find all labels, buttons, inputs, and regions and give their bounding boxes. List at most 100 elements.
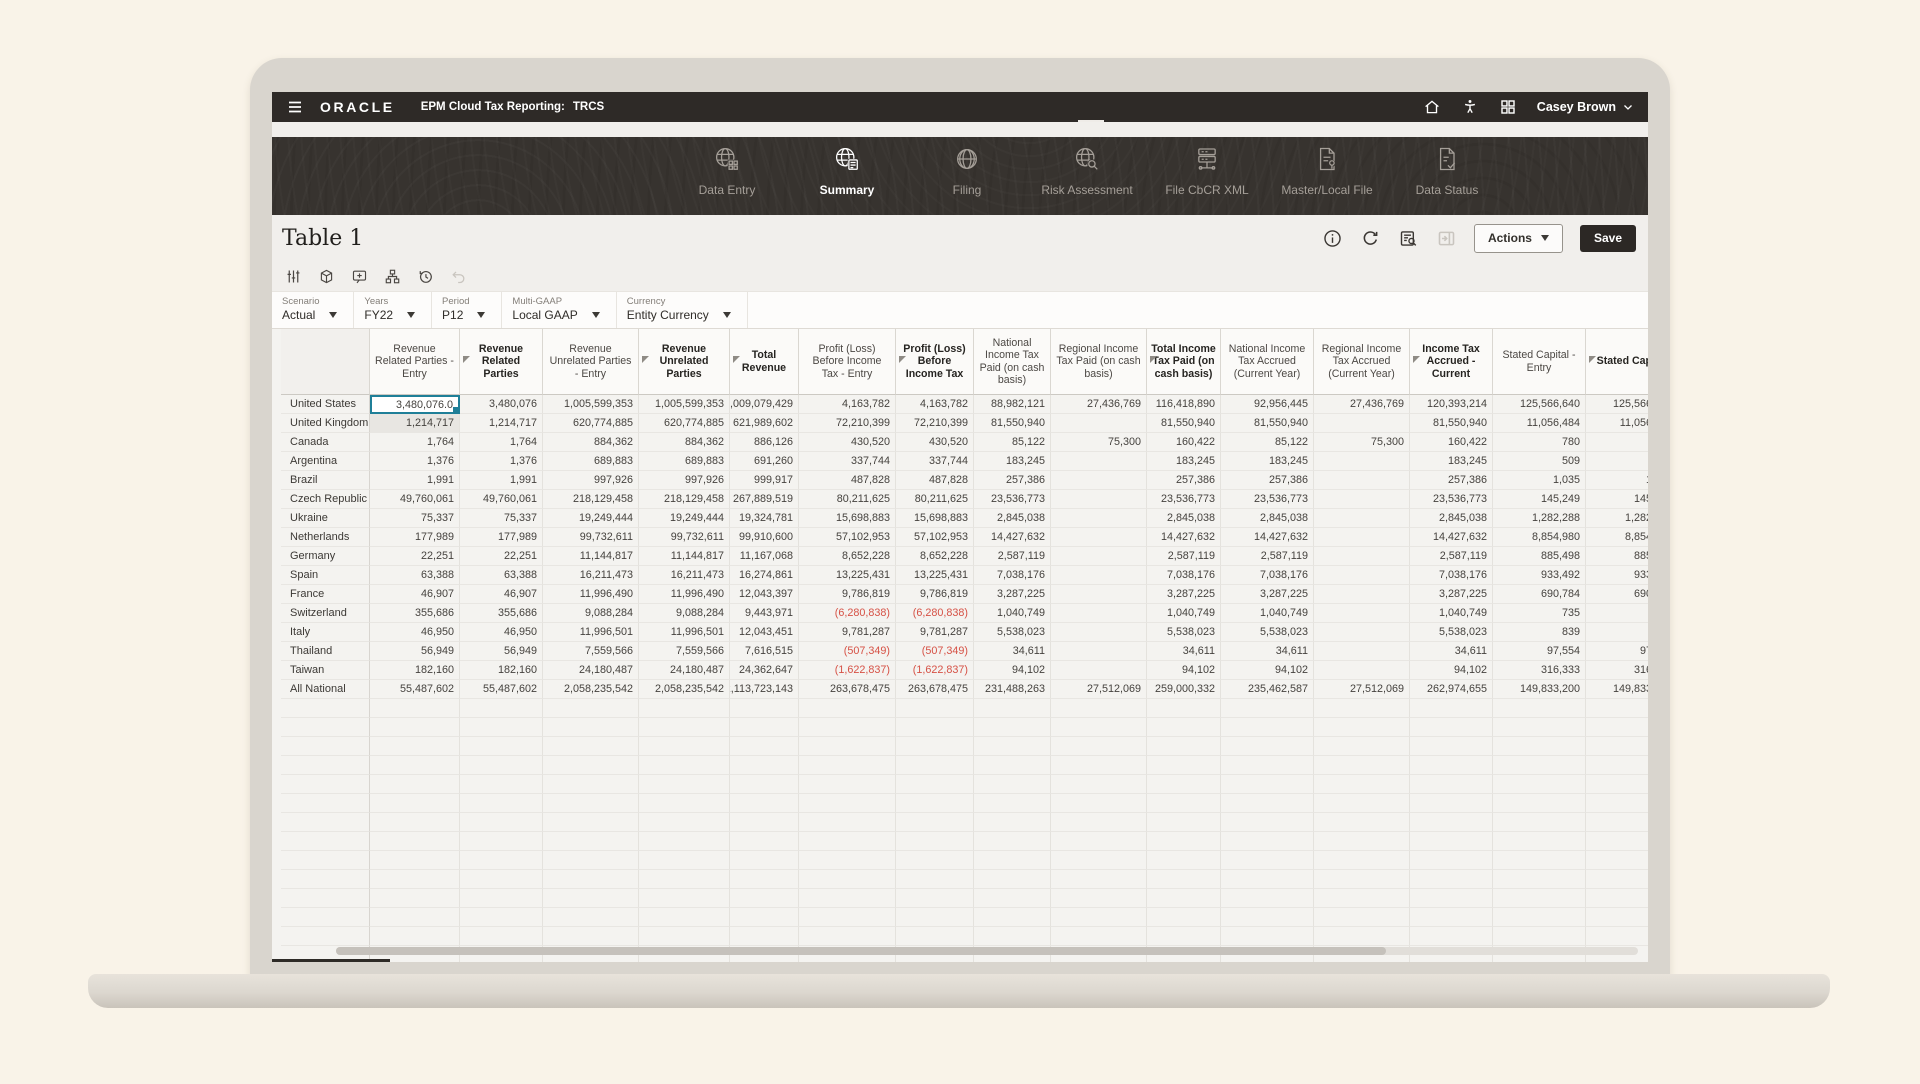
grid-cell-empty[interactable] bbox=[1147, 908, 1221, 927]
grid-cell[interactable]: 7,038,176 bbox=[974, 566, 1051, 585]
grid-cell[interactable] bbox=[1051, 585, 1147, 604]
grid-cell[interactable]: 11,996,490 bbox=[543, 585, 639, 604]
grid-cell[interactable]: 99,732,611 bbox=[543, 528, 639, 547]
grid-cell-empty[interactable] bbox=[1314, 737, 1410, 756]
grid-cell-empty[interactable] bbox=[460, 889, 543, 908]
grid-cell[interactable]: 886,126 bbox=[730, 433, 799, 452]
grid-cell[interactable]: 116,418,890 bbox=[1147, 395, 1221, 414]
grid-cell[interactable]: 75,300 bbox=[1051, 433, 1147, 452]
grid-cell[interactable]: 97,554 bbox=[1586, 642, 1648, 661]
grid-cell[interactable]: 13,225,431 bbox=[799, 566, 896, 585]
grid-cell-empty[interactable] bbox=[1493, 813, 1586, 832]
grid-cell-empty[interactable] bbox=[1051, 870, 1147, 889]
grid-cell[interactable]: 27,512,069 bbox=[1314, 680, 1410, 699]
grid-cell[interactable]: (1,622,837) bbox=[799, 661, 896, 680]
grid-cell[interactable]: 34,611 bbox=[1221, 642, 1314, 661]
grid-cell[interactable]: 235,462,587 bbox=[1221, 680, 1314, 699]
row-label[interactable]: Canada bbox=[281, 433, 370, 452]
grid-cell-empty[interactable] bbox=[1586, 851, 1648, 870]
grid-cell[interactable]: 337,744 bbox=[799, 452, 896, 471]
grid-cell-empty[interactable] bbox=[1493, 870, 1586, 889]
grid-cell-empty[interactable] bbox=[1586, 794, 1648, 813]
grid-cell-empty[interactable] bbox=[799, 718, 896, 737]
grid-cell-empty[interactable] bbox=[730, 775, 799, 794]
grid-cell[interactable]: 2,113,723,143 bbox=[730, 680, 799, 699]
grid-cell[interactable]: 1,009,079,429 bbox=[730, 395, 799, 414]
grid-cell-empty[interactable] bbox=[974, 851, 1051, 870]
grid-cell[interactable]: 839 bbox=[1586, 623, 1648, 642]
grid-cell-empty[interactable] bbox=[1051, 851, 1147, 870]
grid-cell-empty[interactable] bbox=[370, 927, 460, 946]
nav-item-file-cbcr-xml[interactable]: File CbCR XML bbox=[1147, 145, 1267, 197]
grid-cell-empty[interactable] bbox=[1586, 718, 1648, 737]
grid-cell-empty[interactable] bbox=[1493, 927, 1586, 946]
grid-cell[interactable]: 885,498 bbox=[1586, 547, 1648, 566]
grid-cell-empty[interactable] bbox=[799, 737, 896, 756]
grid-cell[interactable]: 22,251 bbox=[460, 547, 543, 566]
grid-cell-empty[interactable] bbox=[1314, 927, 1410, 946]
grid-cell-empty[interactable] bbox=[639, 870, 730, 889]
grid-cell[interactable]: 933,492 bbox=[1586, 566, 1648, 585]
grid-cell[interactable] bbox=[1314, 471, 1410, 490]
grid-cell-empty[interactable] bbox=[896, 699, 974, 718]
grid-cell[interactable] bbox=[1051, 623, 1147, 642]
grid-cell[interactable]: 1,035 bbox=[1586, 471, 1648, 490]
grid-cell[interactable]: (6,280,838) bbox=[896, 604, 974, 623]
grid-cell[interactable]: 259,000,332 bbox=[1147, 680, 1221, 699]
grid-cell-empty[interactable] bbox=[974, 718, 1051, 737]
grid-cell[interactable]: 149,833,200 bbox=[1586, 680, 1648, 699]
grid-cell-empty[interactable] bbox=[370, 718, 460, 737]
grid-cell[interactable]: 7,616,515 bbox=[730, 642, 799, 661]
grid-cell-empty[interactable] bbox=[1410, 927, 1493, 946]
grid-cell[interactable]: 4,163,782 bbox=[799, 395, 896, 414]
grid-cell[interactable]: 1,376 bbox=[370, 452, 460, 471]
grid-cell[interactable]: 355,686 bbox=[460, 604, 543, 623]
grid-cell-empty[interactable] bbox=[799, 832, 896, 851]
grid-cell-empty[interactable] bbox=[639, 832, 730, 851]
grid-cell[interactable]: 16,211,473 bbox=[639, 566, 730, 585]
grid-cell-empty[interactable] bbox=[543, 737, 639, 756]
grid-cell-empty[interactable] bbox=[974, 794, 1051, 813]
grid-cell[interactable]: 34,611 bbox=[1147, 642, 1221, 661]
grid-cell-empty[interactable] bbox=[1586, 927, 1648, 946]
grid-cell[interactable]: 81,550,940 bbox=[1410, 414, 1493, 433]
grid-cell[interactable]: 487,828 bbox=[799, 471, 896, 490]
grid-cell-empty[interactable] bbox=[1493, 832, 1586, 851]
grid-cell-empty[interactable] bbox=[1314, 813, 1410, 832]
grid-cell[interactable]: 183,245 bbox=[1147, 452, 1221, 471]
grid-cell[interactable]: 257,386 bbox=[1221, 471, 1314, 490]
grid-cell[interactable]: 9,781,287 bbox=[799, 623, 896, 642]
grid-cell[interactable]: 2,058,235,542 bbox=[639, 680, 730, 699]
grid-cell[interactable] bbox=[1314, 528, 1410, 547]
grid-cell[interactable]: 7,038,176 bbox=[1147, 566, 1221, 585]
row-label[interactable]: Italy bbox=[281, 623, 370, 642]
grid-cell[interactable]: 231,488,263 bbox=[974, 680, 1051, 699]
grid-cell-empty[interactable] bbox=[370, 756, 460, 775]
grid-cell-empty[interactable] bbox=[799, 794, 896, 813]
grid-cell-empty[interactable] bbox=[370, 889, 460, 908]
grid-cell-empty[interactable] bbox=[896, 927, 974, 946]
grid-cell[interactable]: 1,282,288 bbox=[1493, 509, 1586, 528]
grid-cell[interactable] bbox=[1051, 528, 1147, 547]
grid-cell[interactable]: 160,422 bbox=[1147, 433, 1221, 452]
grid-cell[interactable] bbox=[1314, 642, 1410, 661]
grid-cell-empty[interactable] bbox=[1586, 737, 1648, 756]
grid-cell[interactable]: 355,686 bbox=[370, 604, 460, 623]
grid-cell-empty[interactable] bbox=[974, 699, 1051, 718]
horizontal-scrollbar-thumb[interactable] bbox=[336, 947, 1386, 955]
grid-cell-empty[interactable] bbox=[799, 851, 896, 870]
grid-cell[interactable]: 23,536,773 bbox=[1410, 490, 1493, 509]
nav-item-master-local-file[interactable]: Master/Local File bbox=[1267, 145, 1387, 197]
grid-cell[interactable]: 257,386 bbox=[974, 471, 1051, 490]
grid-cell[interactable]: 23,536,773 bbox=[1221, 490, 1314, 509]
grid-cell-empty[interactable] bbox=[730, 851, 799, 870]
grid-cell-empty[interactable] bbox=[1221, 775, 1314, 794]
grid-cell-empty[interactable] bbox=[460, 870, 543, 889]
grid-cell[interactable]: 884,362 bbox=[639, 433, 730, 452]
grid-cell[interactable]: 1,040,749 bbox=[1147, 604, 1221, 623]
grid-cell[interactable]: 72,210,399 bbox=[799, 414, 896, 433]
grid-cell-empty[interactable] bbox=[799, 870, 896, 889]
grid-cell-empty[interactable] bbox=[1493, 775, 1586, 794]
grid-cell-empty[interactable] bbox=[730, 908, 799, 927]
column-header[interactable]: Regional Income Tax Paid (on cash basis) bbox=[1051, 329, 1147, 395]
